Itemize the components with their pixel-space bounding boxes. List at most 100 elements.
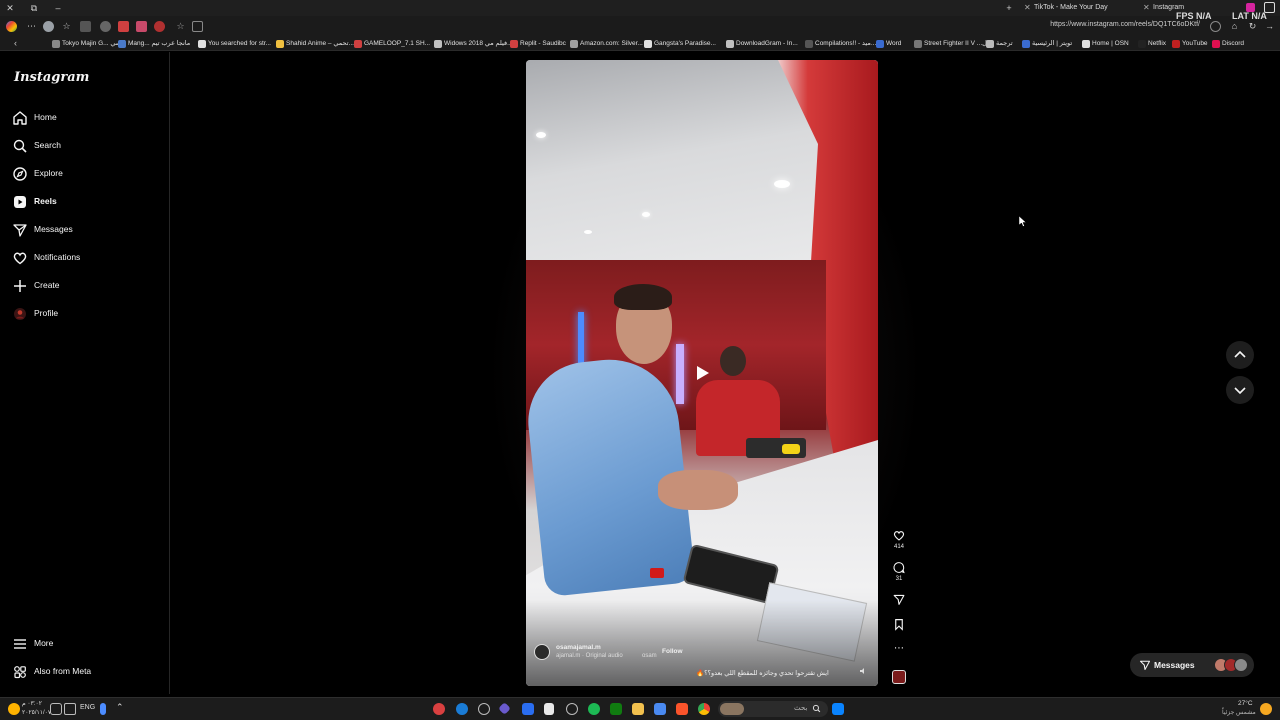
ceiling-light	[584, 230, 592, 234]
app-icon[interactable]	[478, 703, 490, 715]
extension-icon[interactable]	[118, 21, 129, 32]
app-icon[interactable]	[522, 703, 534, 715]
sidebar-item-label: Notifications	[34, 252, 81, 262]
close-tab-icon[interactable]: ✕	[1024, 1, 1031, 15]
restore-icon[interactable]: ⧉	[28, 2, 40, 14]
menu-dots-icon[interactable]: ⋯	[26, 21, 37, 32]
sidebar-item-label: Explore	[34, 168, 63, 178]
network-icon[interactable]	[64, 703, 76, 715]
lat-readout: LAT N/A	[1232, 11, 1267, 21]
new-tab-icon[interactable]: +	[1003, 2, 1015, 14]
file-explorer-icon[interactable]	[632, 703, 644, 715]
sidebar-item-explore[interactable]: Explore	[12, 165, 162, 183]
bookmark-favicon-icon	[986, 40, 994, 48]
play-icon[interactable]	[696, 365, 710, 381]
sidebar-item-profile[interactable]: Profile	[12, 305, 162, 323]
bookmark-label: Tokyo Majin G... السي	[62, 40, 125, 47]
sidebar-item-label: Home	[34, 112, 57, 122]
start-windows-icon[interactable]	[832, 703, 844, 715]
app-icon[interactable]	[433, 703, 445, 715]
bookmark-item[interactable]: Mang... مانجا عرب تيم	[118, 39, 190, 49]
sidebar-item-search[interactable]: Search	[12, 137, 162, 155]
share-icon[interactable]	[892, 593, 906, 606]
mute-icon[interactable]	[859, 667, 867, 675]
chrome-icon[interactable]	[698, 703, 710, 715]
edge-icon[interactable]	[456, 703, 468, 715]
author-username[interactable]: osamajamal.m	[556, 644, 601, 651]
sidebar-item-notifications[interactable]: Notifications	[12, 249, 162, 267]
profile-avatar-icon[interactable]	[43, 21, 54, 32]
extension-icon[interactable]	[100, 21, 111, 32]
star-icon[interactable]: ☆	[175, 21, 186, 32]
sidebar-item-messages[interactable]: Messages	[12, 221, 162, 239]
sidebar-item-more[interactable]: More	[12, 635, 162, 653]
back-arrow-icon[interactable]: ‹	[14, 38, 17, 48]
app-icon[interactable]	[498, 702, 511, 715]
microphone-icon[interactable]	[100, 703, 106, 715]
extension-icon[interactable]	[80, 21, 91, 32]
sidebar-item-also-from-meta[interactable]: Also from Meta	[12, 663, 162, 681]
sidebar-item-home[interactable]: Home	[12, 109, 162, 127]
extension-icon[interactable]	[154, 21, 165, 32]
file-icon[interactable]	[544, 703, 554, 715]
favorites-star-icon[interactable]: ☆	[61, 21, 72, 32]
app-icon[interactable]	[566, 703, 578, 715]
like-heart-icon[interactable]	[892, 529, 906, 542]
sidebar-item-create[interactable]: Create	[12, 277, 162, 295]
spotify-icon[interactable]	[588, 703, 600, 715]
instagram-logo[interactable]: Instagram	[14, 70, 89, 85]
author-avatar[interactable]	[534, 644, 550, 660]
reel-video[interactable]: osamajamal.m ajamal.m · Original audio o…	[526, 60, 878, 686]
forward-icon[interactable]: →	[1264, 21, 1275, 32]
bookmark-item[interactable]: You searched for str...	[198, 39, 271, 49]
taskbar-search-box[interactable]: بحث	[718, 701, 828, 717]
bookmark-item[interactable]: Home | OSN	[1082, 39, 1129, 49]
minimize-icon[interactable]: –	[52, 2, 64, 14]
app-icon[interactable]	[654, 703, 666, 715]
volume-icon[interactable]	[50, 703, 62, 715]
audio-label[interactable]: ajamal.m · Original audio	[556, 653, 623, 659]
avatar-icon	[14, 308, 26, 320]
language-indicator[interactable]: ENG	[80, 704, 95, 711]
chevron-up-icon[interactable]: ⌃	[116, 702, 124, 713]
bookmark-item[interactable]: Shahid Anime – تحمي...	[276, 39, 354, 49]
taskbar-time: ٠٣:٠٢ م	[22, 701, 42, 707]
bookmark-item[interactable]: Tokyo Majin G... السي	[52, 39, 125, 49]
follow-button[interactable]: Follow	[662, 648, 683, 655]
previous-reel-button[interactable]	[1226, 341, 1254, 369]
bookmark-favicon-icon	[354, 40, 362, 48]
background-person-head	[720, 346, 746, 376]
brave-icon[interactable]	[676, 703, 688, 715]
bookmark-item[interactable]: ترجمة	[986, 39, 1013, 49]
sidebar-item-reels[interactable]: Reels	[12, 193, 162, 211]
close-window-icon[interactable]: ✕	[4, 2, 16, 14]
bookmark-item[interactable]: GAMELOOP_7.1 SH...	[354, 39, 430, 49]
more-options-icon[interactable]: ⋯	[892, 643, 906, 654]
tab-label: Instagram	[1153, 4, 1185, 11]
bookmark-item[interactable]: YouTube	[1172, 39, 1208, 49]
messages-pill[interactable]: Messages	[1130, 653, 1254, 677]
sidebar-item-label: Reels	[34, 196, 57, 206]
home-icon	[13, 111, 27, 125]
bookmark-item[interactable]: Netflix	[1138, 39, 1166, 49]
ceiling-light	[642, 212, 650, 217]
weather-icon[interactable]	[8, 703, 20, 715]
weather-sun-icon[interactable]	[1260, 703, 1272, 715]
bookmark-favicon-icon	[1138, 40, 1146, 48]
close-tab-icon[interactable]: ✕	[1143, 1, 1150, 15]
save-bookmark-icon[interactable]	[892, 618, 906, 631]
reload-icon[interactable]: ↻	[1247, 21, 1258, 32]
bookmark-favicon-icon	[1172, 40, 1180, 48]
bookmark-item[interactable]: تويتر | الرئيسية	[1022, 39, 1072, 49]
split-screen-icon[interactable]	[192, 21, 203, 32]
home-button-icon[interactable]: ⌂	[1229, 21, 1240, 32]
bookmark-item[interactable]: Discord	[1212, 39, 1244, 49]
tab-tiktok[interactable]: ✕ TikTok - Make Your Day	[1022, 1, 1108, 15]
address-bar[interactable]: https://www.instagram.com/reels/DQ1TC6oD…	[1050, 21, 1200, 28]
audio-thumbnail[interactable]	[892, 670, 906, 684]
weather-temp: 27°C	[1238, 700, 1253, 707]
extension-icon[interactable]	[136, 21, 147, 32]
next-reel-button[interactable]	[1226, 376, 1254, 404]
xbox-icon[interactable]	[610, 703, 622, 715]
comment-icon[interactable]	[892, 561, 906, 574]
